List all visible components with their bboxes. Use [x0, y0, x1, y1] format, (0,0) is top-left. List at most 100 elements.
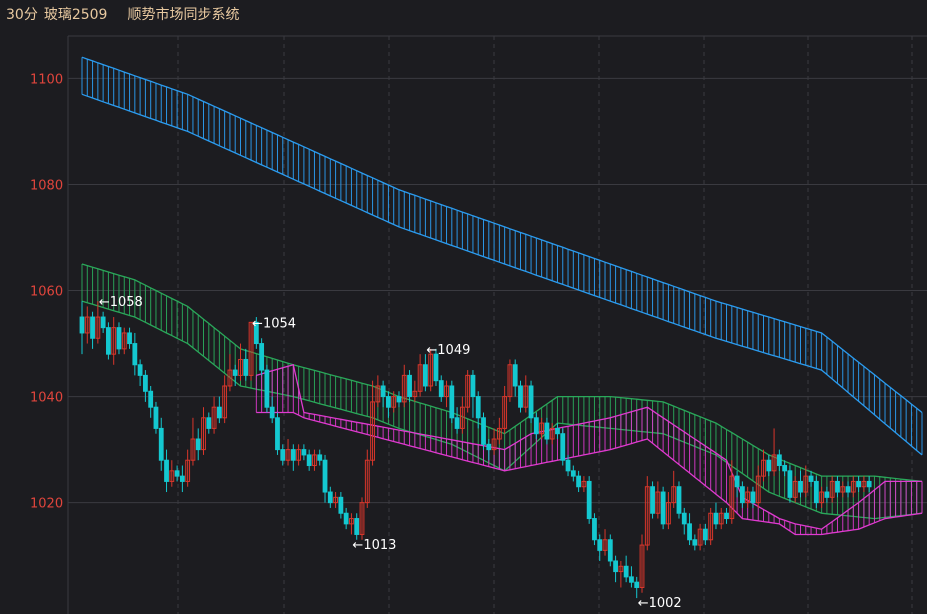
candle-body — [164, 459, 169, 482]
candle — [523, 375, 529, 413]
candle — [560, 428, 566, 466]
candle — [206, 412, 212, 434]
candle — [179, 465, 185, 493]
annotation-1058: ←1058 — [99, 295, 143, 310]
candle-body — [322, 459, 328, 493]
candle-body — [565, 459, 571, 472]
candle — [766, 454, 772, 477]
candle-body — [586, 480, 592, 520]
candle-body — [422, 364, 428, 387]
candle — [808, 470, 814, 487]
candle-body — [597, 539, 603, 551]
candle — [776, 449, 782, 471]
candle — [655, 481, 661, 519]
candle-body — [782, 465, 788, 472]
middle-band-bottom-edge — [81, 300, 923, 520]
candle — [798, 470, 803, 498]
candle — [866, 476, 872, 493]
candle — [269, 396, 275, 424]
candle-body — [750, 491, 756, 504]
candle-body — [290, 449, 296, 461]
candle — [375, 375, 381, 408]
candle — [264, 364, 270, 413]
candle — [211, 396, 217, 434]
indicator-bands — [81, 56, 923, 536]
candle — [158, 417, 164, 471]
annotation-1049: ←1049 — [426, 343, 470, 358]
candle-body — [629, 576, 634, 583]
candle — [386, 391, 391, 418]
candlestick-chart[interactable]: 1020 1040 1060 1080 1100 ←1058 ←1054 ←1049 ←101… — [0, 0, 927, 614]
candle-body — [555, 427, 560, 435]
candle — [502, 385, 508, 434]
candle — [396, 391, 402, 408]
candle-body — [808, 475, 814, 482]
candle-body — [127, 332, 132, 345]
candle — [412, 380, 418, 402]
candle — [343, 507, 349, 530]
candle — [650, 481, 655, 519]
candle — [190, 417, 196, 466]
candle-body — [142, 374, 148, 392]
candle — [148, 385, 154, 418]
candle — [713, 502, 719, 530]
candle — [290, 444, 296, 471]
candle-body — [232, 369, 238, 376]
candle — [576, 470, 582, 493]
candle — [106, 322, 111, 360]
candle — [401, 364, 407, 408]
candle — [90, 311, 95, 349]
candle — [169, 460, 175, 487]
candle — [708, 507, 714, 546]
y-axis: 1020 1040 1060 1080 1100 — [30, 72, 63, 511]
candle — [201, 407, 206, 455]
candle — [359, 497, 365, 540]
candle-body — [560, 433, 566, 461]
candle-body — [518, 385, 523, 408]
candle-body — [623, 565, 629, 578]
candle — [840, 481, 846, 498]
candle — [306, 449, 312, 471]
candle — [718, 507, 724, 530]
candle — [555, 423, 560, 440]
candle-body — [396, 396, 402, 403]
candle — [761, 449, 766, 482]
candle — [613, 555, 618, 583]
candle — [100, 311, 106, 333]
candle-body — [116, 327, 122, 350]
candle-body — [866, 480, 872, 488]
candle — [333, 492, 338, 508]
candle-body — [681, 512, 687, 525]
candle — [829, 476, 835, 503]
candle — [845, 481, 851, 498]
candle — [634, 576, 640, 599]
candle-body — [407, 374, 412, 398]
y-tick-1020: 1020 — [30, 497, 63, 512]
candle — [544, 417, 550, 445]
candle — [465, 370, 471, 413]
candle-body — [634, 581, 640, 588]
candle — [317, 449, 323, 466]
candle-body — [195, 438, 201, 451]
candle-body — [713, 512, 719, 525]
candle — [518, 380, 523, 413]
candle-body — [475, 396, 481, 419]
y-tick-1080: 1080 — [30, 178, 63, 193]
candle — [618, 560, 624, 588]
candle-body — [544, 422, 550, 440]
candle-body — [438, 380, 444, 398]
candle — [734, 470, 740, 498]
candle — [486, 439, 492, 461]
candle-body — [454, 417, 460, 429]
candles — [79, 301, 872, 599]
candle-body — [734, 475, 740, 488]
annotation-1013: ←1013 — [352, 538, 396, 553]
candle — [127, 327, 132, 349]
candle-body — [650, 486, 655, 514]
candle-body — [533, 417, 539, 435]
candle — [222, 375, 228, 424]
candle — [813, 476, 819, 508]
candle — [850, 476, 856, 498]
candle-body — [592, 518, 597, 541]
y-tick-1060: 1060 — [30, 285, 63, 300]
